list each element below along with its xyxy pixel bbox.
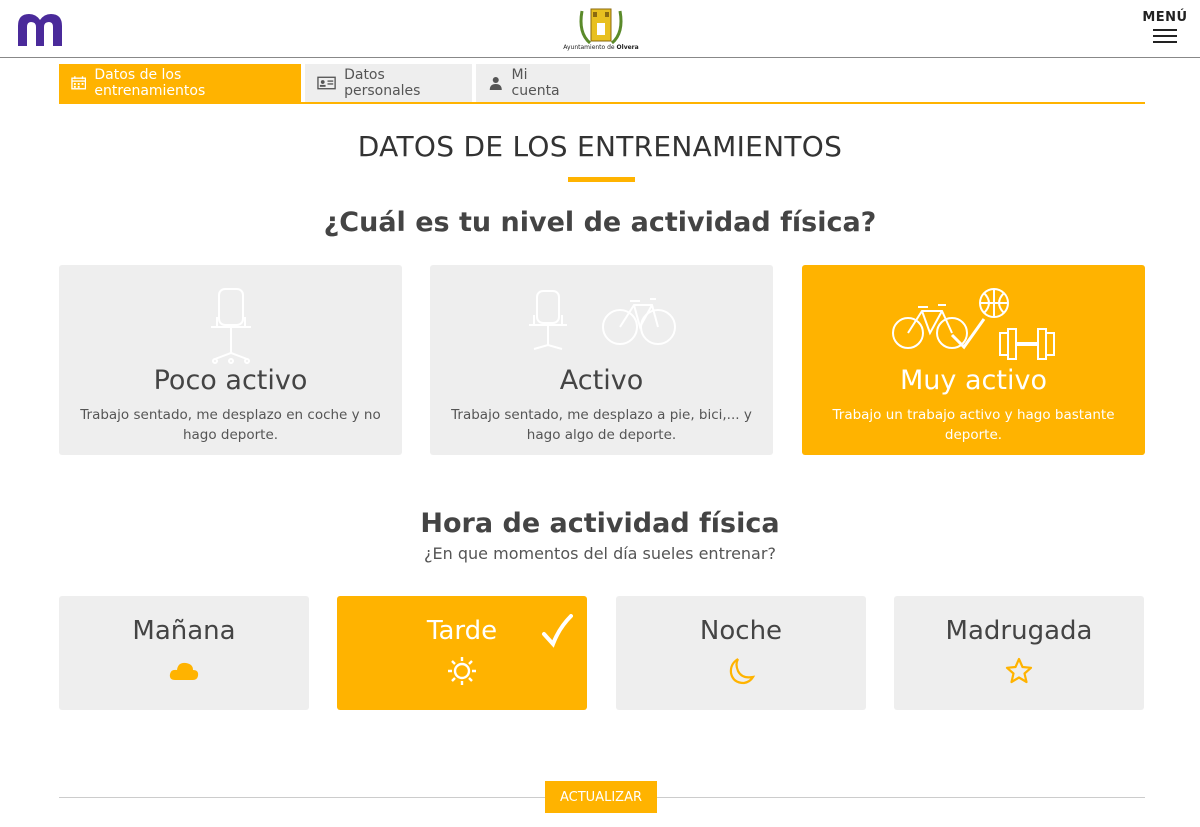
tab-label: Datos de los entrenamientos [94,67,206,99]
activity-question: ¿Cuál es tu nivel de actividad física? [323,207,877,238]
tab-label: Mi cuenta [511,67,560,99]
id-card-icon [317,76,336,90]
page-title: DATOS DE LOS ENTRENAMIENTOS [357,130,843,163]
activity-description: Trabajo un trabajo activo y hago bastant… [832,407,1115,443]
tab-training-data[interactable]: Datos de los entrenamientos [59,64,301,102]
chair-and-bicycle-icon [529,290,676,350]
time-slot-afternoon[interactable]: Tarde [337,596,587,710]
profile-tabs: Datos de los entrenamientos Datos person… [59,64,1145,104]
moon-icon [729,658,756,685]
star-icon [1005,657,1033,684]
activity-description: Trabajo sentado, me desplazo en coche y … [80,407,381,443]
menu-button[interactable]: MENÚ [1142,10,1188,44]
activity-card-high[interactable]: Muy activo Trabajo un trabajo activo y h… [802,265,1145,455]
menu-label: MENÚ [1142,10,1188,25]
time-slot-name: Madrugada [945,616,1093,646]
activity-name: Activo [559,365,644,396]
office-chair-icon [211,288,251,364]
tab-my-account[interactable]: Mi cuenta [476,64,590,102]
activity-name: Poco activo [153,365,308,396]
time-slot-name: Noche [699,616,783,646]
crest-caption: Ayuntamiento de Olvera [563,44,639,51]
checkmark-icon [542,614,573,648]
bicycle-ball-dumbbell-icon [892,288,1055,360]
update-button[interactable]: ACTUALIZAR [545,781,657,813]
top-header: Ayuntamiento de Olvera MENÚ [0,0,1200,58]
hamburger-icon [1153,29,1177,43]
tab-personal-data[interactable]: Datos personales [305,64,472,102]
time-title: Hora de actividad física [420,508,780,539]
time-slot-name: Mañana [132,616,236,646]
time-slot-early-morning[interactable]: Madrugada [894,596,1144,710]
activity-description: Trabajo sentado, me desplazo a pie, bici… [451,407,752,443]
brand-logo[interactable] [14,10,66,48]
activity-name: Muy activo [900,365,1047,396]
calendar-icon [71,76,87,90]
activity-card-medium[interactable]: Activo Trabajo sentado, me desplazo a pi… [430,265,773,455]
activity-card-low[interactable]: Poco activo Trabajo sentado, me desplazo… [59,265,402,455]
sun-icon [448,657,476,685]
time-slot-morning[interactable]: Mañana [59,596,309,710]
time-question: ¿En que momentos del día sueles entrenar… [424,544,776,563]
user-icon [489,77,502,90]
time-slot-night[interactable]: Noche [616,596,866,710]
title-underline [568,177,635,182]
cloud-icon [169,662,199,680]
tab-label: Datos personales [344,67,421,99]
